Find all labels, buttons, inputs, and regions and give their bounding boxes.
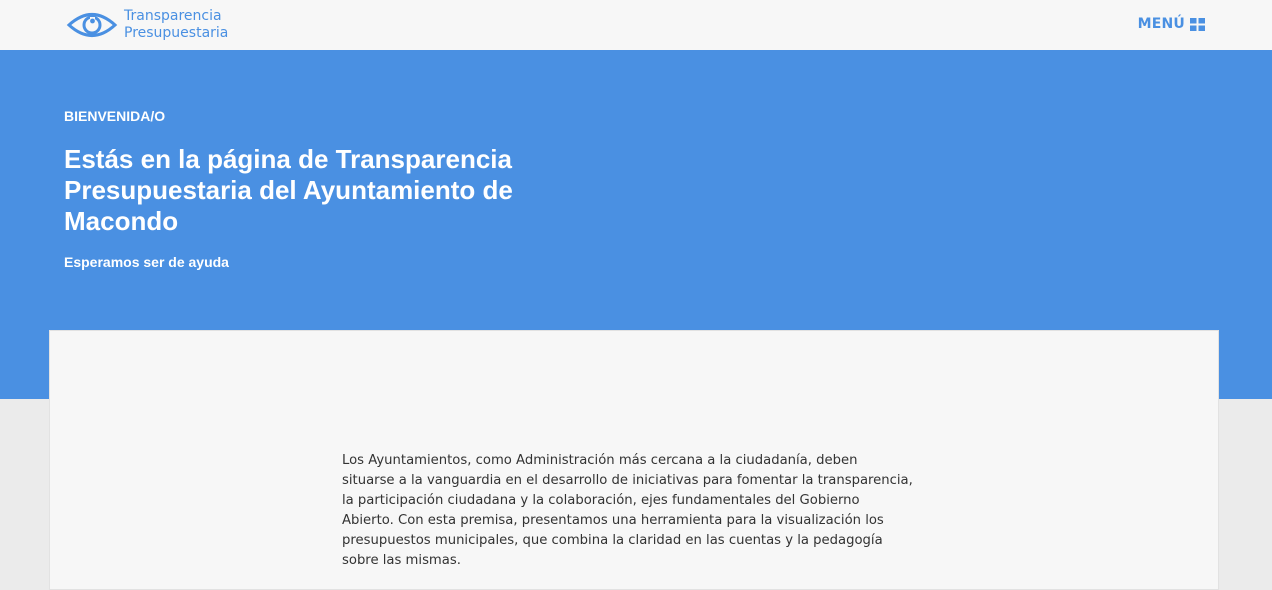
hero-subtitle: Esperamos ser de ayuda [64, 254, 229, 270]
logo-line-1: Transparencia [124, 8, 222, 24]
logo-line-2: Presupuestaria [124, 25, 229, 41]
site-logo-link[interactable]: Transparencia Presupuestaria [66, 7, 228, 43]
hero-kicker: BIENVENIDA/O [64, 108, 166, 124]
top-navbar: Transparencia Presupuestaria MENÚ [0, 0, 1272, 50]
grid-icon [1190, 17, 1205, 31]
content-card: Los Ayuntamientos, como Administración m… [49, 330, 1219, 590]
menu-button[interactable]: MENÚ [1138, 16, 1205, 32]
page-title: Estás en la página de Transparencia Pres… [64, 144, 513, 236]
eye-icon [66, 13, 118, 37]
menu-label: MENÚ [1137, 16, 1185, 32]
logo-text: Transparencia Presupuestaria [124, 8, 228, 42]
intro-paragraph: Los Ayuntamientos, como Administración m… [342, 453, 913, 568]
